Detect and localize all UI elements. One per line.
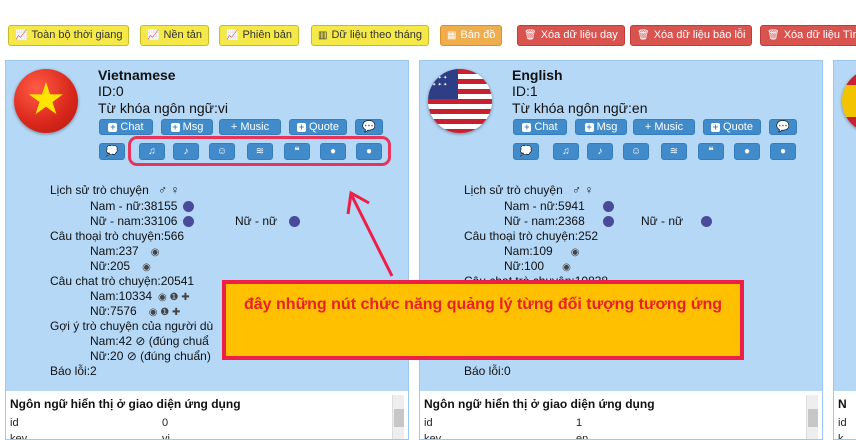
annotation-note: đây những nút chức năng quảng lý từng đố…: [222, 280, 744, 360]
annotation-arrow: [346, 190, 394, 277]
